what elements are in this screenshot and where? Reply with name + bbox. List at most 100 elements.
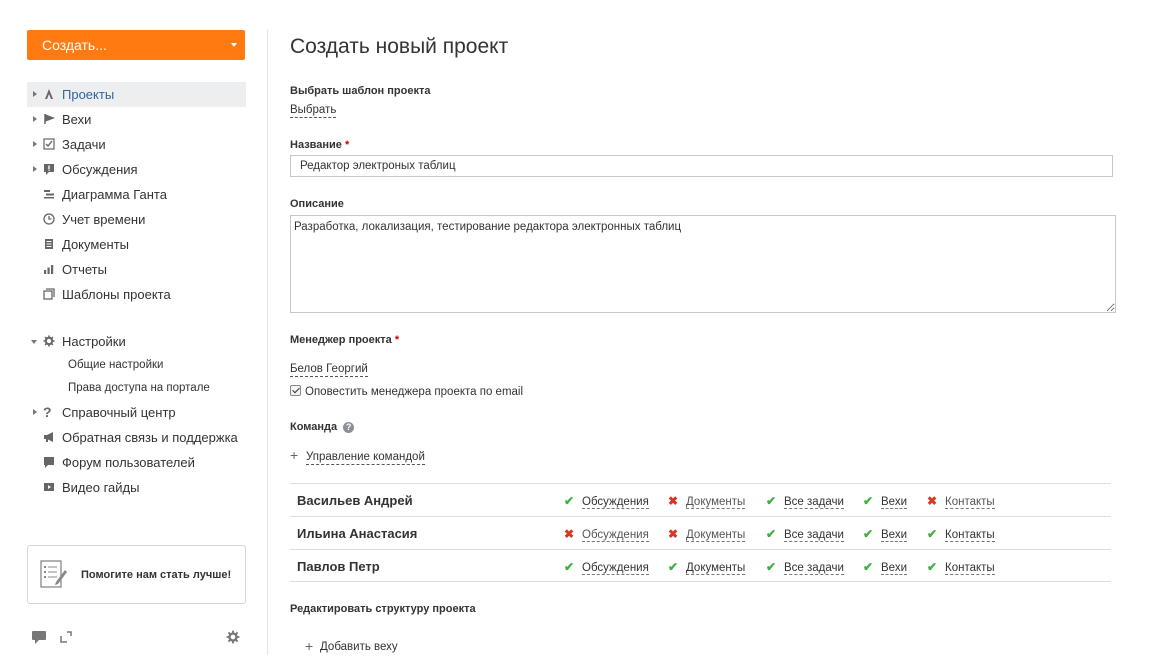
sidebar-item-documents[interactable]: Документы: [27, 232, 246, 257]
plus-icon[interactable]: +: [290, 447, 298, 463]
check-icon[interactable]: ✔: [564, 494, 576, 508]
permission-toggle[interactable]: ✔ Обсуждения: [564, 560, 649, 575]
feedback-box[interactable]: Помогите нам стать лучше!: [27, 545, 246, 604]
collapse-arrow-icon[interactable]: [31, 340, 37, 344]
gear-icon[interactable]: [226, 630, 240, 644]
project-manager-link[interactable]: Белов Георгий: [290, 362, 368, 377]
permission-toggle[interactable]: ✖ Контакты: [927, 494, 995, 509]
sidebar-item-help-center[interactable]: ? Справочный центр: [27, 400, 246, 425]
check-icon[interactable]: ✔: [863, 494, 875, 508]
check-icon[interactable]: ✔: [863, 527, 875, 541]
permission-label[interactable]: Вехи: [881, 562, 907, 575]
permission-label[interactable]: Вехи: [881, 529, 907, 542]
sidebar-item-label: Шаблоны проекта: [62, 287, 171, 302]
sidebar-item-tasks[interactable]: Задачи: [27, 132, 246, 157]
sidebar-item-video-guides[interactable]: Видео гайды: [27, 475, 246, 500]
sidebar-subitem-portal-access[interactable]: Права доступа на портале: [27, 377, 246, 400]
permission-label[interactable]: Документы: [686, 529, 746, 542]
permission-toggle[interactable]: ✖ Обсуждения: [564, 527, 649, 542]
plus-icon[interactable]: +: [305, 638, 313, 654]
permission-label[interactable]: Обсуждения: [582, 529, 649, 542]
permission-toggle[interactable]: ✔ Документы: [668, 560, 746, 575]
sidebar-item-templates[interactable]: Шаблоны проекта: [27, 282, 246, 307]
permission-toggle[interactable]: ✔ Все задачи: [766, 527, 844, 542]
manage-team-link[interactable]: Управление командой: [306, 450, 425, 465]
permission-toggle[interactable]: ✔ Обсуждения: [564, 494, 649, 509]
sidebar-item-projects[interactable]: Проекты: [27, 82, 246, 107]
permission-toggle[interactable]: ✔ Контакты: [927, 527, 995, 542]
permission-label[interactable]: Все задачи: [784, 496, 844, 509]
notify-manager-checkbox[interactable]: [290, 385, 301, 397]
check-icon[interactable]: ✔: [564, 560, 576, 574]
check-icon[interactable]: ✔: [863, 560, 875, 574]
choose-template-link[interactable]: Выбрать: [290, 103, 337, 118]
cross-icon[interactable]: ✖: [564, 527, 576, 541]
permission-label[interactable]: Контакты: [945, 529, 995, 542]
projects-icon: [45, 89, 53, 99]
permission-label[interactable]: Обсуждения: [582, 496, 649, 509]
create-button[interactable]: Создать...: [27, 30, 245, 60]
chevron-down-icon[interactable]: [231, 43, 237, 47]
sidebar-item-gantt[interactable]: Диаграмма Ганта: [27, 182, 246, 207]
sidebar-subitem-general-settings[interactable]: Общие настройки: [27, 354, 246, 377]
gantt-icon: [44, 190, 54, 199]
permission-label[interactable]: Контакты: [945, 496, 995, 509]
permission-toggle[interactable]: ✖ Документы: [668, 527, 746, 542]
check-icon[interactable]: ✔: [927, 527, 939, 541]
feedback-box-text: Помогите нам стать лучше!: [81, 569, 232, 581]
permission-toggle[interactable]: ✔ Вехи: [863, 527, 907, 542]
notify-manager-row[interactable]: Оповестить менеджера проекта по email: [290, 385, 523, 402]
project-description-textarea[interactable]: Разработка, локализация, тестирование ре…: [290, 215, 1116, 313]
chat-icon[interactable]: [32, 631, 46, 644]
project-name-input[interactable]: [290, 155, 1113, 177]
permission-label[interactable]: Все задачи: [784, 529, 844, 542]
required-marker: *: [394, 334, 400, 346]
sidebar-item-discussions[interactable]: Обсуждения: [27, 157, 246, 182]
help-icon[interactable]: ?: [343, 421, 355, 433]
survey-form-icon: [40, 560, 67, 588]
expand-arrow-icon[interactable]: [33, 116, 37, 122]
expand-arrow-icon[interactable]: [33, 141, 37, 147]
sidebar-item-label: Обратная связь и поддержка: [62, 430, 238, 445]
check-icon[interactable]: ✔: [668, 560, 680, 574]
main-content: Создать новый проект Выбрать шаблон прое…: [290, 0, 1116, 670]
permission-label[interactable]: Документы: [686, 562, 746, 575]
collapse-sidebar-icon[interactable]: [60, 631, 72, 643]
sidebar-item-time-tracking[interactable]: Учет времени: [27, 207, 246, 232]
sidebar-item-forum[interactable]: Форум пользователей: [27, 450, 246, 475]
video-icon: [44, 483, 54, 491]
manager-label-text: Менеджер проекта: [290, 334, 392, 346]
gear-icon: [43, 335, 55, 347]
sidebar-item-label: Обсуждения: [62, 162, 138, 177]
template-label: Выбрать шаблон проекта: [290, 85, 431, 97]
cross-icon[interactable]: ✖: [927, 494, 939, 508]
permission-label[interactable]: Контакты: [945, 562, 995, 575]
permission-toggle[interactable]: ✔ Вехи: [863, 560, 907, 575]
permission-toggle[interactable]: ✔ Все задачи: [766, 494, 844, 509]
expand-arrow-icon[interactable]: [33, 409, 37, 415]
team-member-name: Васильев Андрей: [297, 493, 413, 508]
cross-icon[interactable]: ✖: [668, 494, 680, 508]
permission-toggle[interactable]: ✔ Вехи: [863, 494, 907, 509]
permission-toggle[interactable]: ✖ Документы: [668, 494, 746, 509]
permission-label[interactable]: Обсуждения: [582, 562, 649, 575]
expand-arrow-icon[interactable]: [33, 91, 37, 97]
sidebar-item-reports[interactable]: Отчеты: [27, 257, 246, 282]
expand-arrow-icon[interactable]: [33, 166, 37, 172]
permission-toggle[interactable]: ✔ Контакты: [927, 560, 995, 575]
permission-label[interactable]: Документы: [686, 496, 746, 509]
sidebar-item-milestones[interactable]: Вехи: [27, 107, 246, 132]
check-icon[interactable]: ✔: [766, 494, 778, 508]
add-milestone-link[interactable]: Добавить веху: [320, 640, 398, 654]
sidebar-item-feedback[interactable]: Обратная связь и поддержка: [27, 425, 246, 450]
check-icon[interactable]: ✔: [927, 560, 939, 574]
check-icon[interactable]: ✔: [766, 560, 778, 574]
permission-toggle[interactable]: ✔ Все задачи: [766, 560, 844, 575]
cross-icon[interactable]: ✖: [668, 527, 680, 541]
check-icon[interactable]: ✔: [766, 527, 778, 541]
sidebar-item-settings[interactable]: Настройки: [27, 329, 246, 354]
flag-icon: [44, 114, 55, 124]
permission-label[interactable]: Вехи: [881, 496, 907, 509]
team-member-name: Павлов Петр: [297, 559, 380, 574]
permission-label[interactable]: Все задачи: [784, 562, 844, 575]
